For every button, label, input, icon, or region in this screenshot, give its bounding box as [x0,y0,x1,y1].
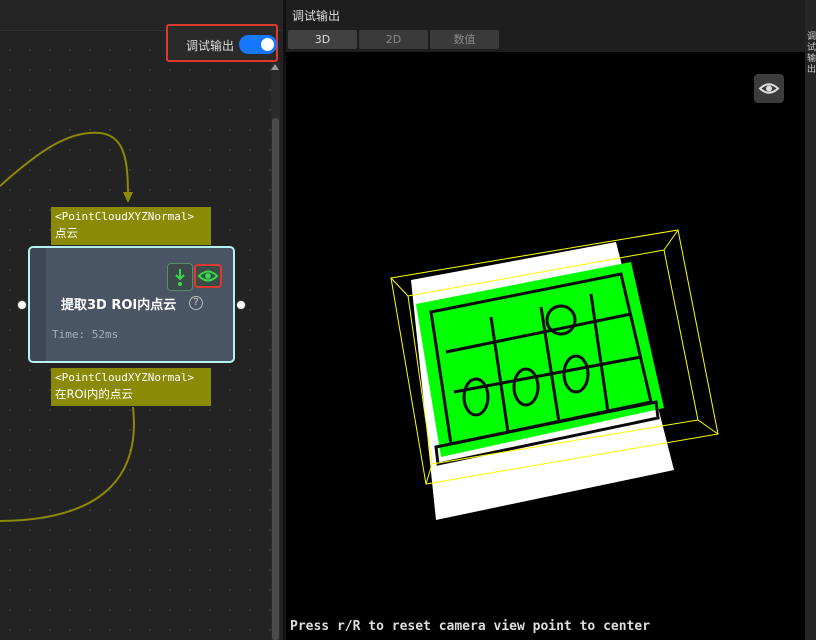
3d-viewport[interactable] [286,52,805,640]
side-panel-strip [805,0,816,640]
node-output-connector[interactable] [236,300,246,310]
camera-reset-hint: Press r/R to reset camera view point to … [290,619,651,634]
input-port-type: <PointCloudXYZNormal> [55,210,195,223]
output-wire [0,406,135,522]
extract-roi-node[interactable]: 提取3D ROI内点云 ? Time: 52ms [28,246,235,363]
scroll-up-icon[interactable] [271,64,279,70]
help-icon[interactable]: ? [189,296,203,310]
scrollbar-thumb[interactable] [272,118,279,640]
input-wire-arrow [123,192,133,203]
debug-output-panel: 调试输出 3D 2D 数值 Press r/R to reset camera … [286,0,816,640]
input-wire [0,131,129,199]
tab-2d[interactable]: 2D [359,30,428,49]
node-title: 提取3D ROI内点云 [61,298,177,313]
eye-icon [197,270,219,282]
eye-icon [758,83,780,94]
output-port-type: <PointCloudXYZNormal> [55,371,195,384]
debug-output-label: 调试输出 [186,39,235,53]
node-preview-button[interactable] [194,264,222,288]
node-output-button[interactable] [167,263,193,291]
input-port-name: 点云 [55,226,78,240]
output-port[interactable]: <PointCloudXYZNormal> 在ROI内的点云 [51,368,211,406]
node-exec-time: Time: 52ms [52,328,119,341]
toggle-visibility-button[interactable] [754,74,784,103]
node-input-connector[interactable] [17,300,27,310]
point-cloud-render [390,229,719,520]
node-graph-canvas[interactable]: 调试输出 <PointCloudXYZNormal> 点云 提取3D ROI内点… [0,0,283,640]
input-port[interactable]: <PointCloudXYZNormal> 点云 [51,207,211,245]
debug-output-switch[interactable] [239,35,277,54]
switch-knob [261,38,274,51]
panel-title: 调试输出 [292,9,341,23]
tab-values[interactable]: 数值 [430,30,499,49]
download-arrow-icon [175,269,185,286]
output-port-name: 在ROI内的点云 [55,387,133,401]
node-stripe [30,248,46,361]
debug-output-toggle-container: 调试输出 [166,24,278,62]
side-panel-label: 调试输出 [807,32,816,75]
tab-3d[interactable]: 3D [288,30,357,49]
